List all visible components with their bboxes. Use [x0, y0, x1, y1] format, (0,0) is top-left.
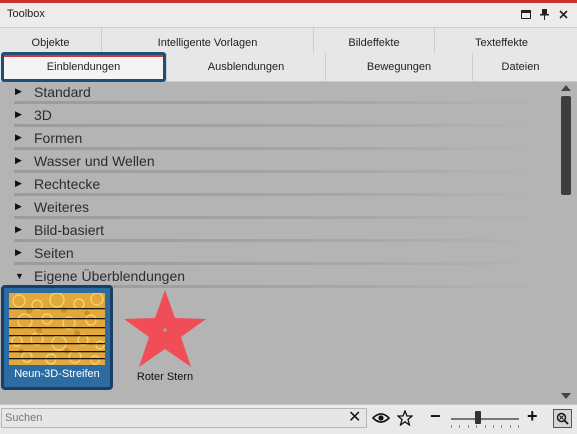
collapse-arrow-icon: ▼: [15, 271, 24, 281]
clear-search-icon[interactable]: ✕: [348, 409, 361, 427]
category-label: Bild-basiert: [34, 222, 105, 238]
tab-dateien[interactable]: Dateien: [472, 53, 568, 81]
transition-name: Neun-3D-Streifen: [14, 368, 100, 380]
window-title: Toolbox: [7, 8, 45, 20]
tab-ausblendungen[interactable]: Ausblendungen: [166, 53, 325, 81]
close-icon[interactable]: [556, 7, 571, 22]
transitions-list: ▶ Standard ▶ 3D ▶ Formen ▶ Wasser und We…: [0, 82, 577, 404]
search-input[interactable]: [1, 408, 367, 428]
category-divider: [14, 239, 547, 242]
category-bild-basiert[interactable]: ▶ Bild-basiert: [0, 220, 553, 242]
transition-name: Roter Stern: [136, 371, 194, 383]
window-controls: [518, 7, 571, 22]
category-label: Rechtecke: [34, 176, 101, 192]
expand-arrow-icon: ▶: [15, 86, 22, 96]
category-divider: [14, 193, 547, 196]
float-window-icon[interactable]: [518, 7, 533, 22]
transition-item-roter-stern[interactable]: Roter Stern: [120, 288, 210, 388]
category-formen[interactable]: ▶ Formen: [0, 128, 553, 150]
star-thumbnail-icon: [124, 290, 206, 367]
category-weiteres[interactable]: ▶ Weiteres: [0, 197, 553, 219]
category-divider: [14, 216, 547, 219]
expand-arrow-icon: ▶: [15, 247, 22, 257]
category-label: Wasser und Wellen: [34, 153, 155, 169]
expand-arrow-icon: ▶: [15, 201, 22, 211]
tab-bildeffekte[interactable]: Bildeffekte: [313, 28, 434, 53]
scroll-thumb[interactable]: [561, 96, 571, 195]
pin-icon[interactable]: [537, 7, 552, 22]
category-label: 3D: [34, 107, 52, 123]
expand-arrow-icon: ▶: [15, 178, 22, 188]
category-divider: [14, 147, 547, 150]
expand-arrow-icon: ▶: [15, 109, 22, 119]
tab-row-2: Einblendungen Ausblendungen Bewegungen D…: [0, 52, 577, 82]
category-rechtecke[interactable]: ▶ Rechtecke: [0, 174, 553, 196]
scroll-down-icon[interactable]: [561, 393, 571, 399]
toolbox-footer: ✕ − +: [0, 404, 577, 434]
zoom-out-icon[interactable]: −: [430, 406, 441, 427]
zoom-in-icon[interactable]: +: [527, 406, 538, 427]
title-bar: Toolbox: [0, 3, 577, 28]
favorite-star-icon[interactable]: [395, 408, 415, 428]
zoom-slider-track[interactable]: [451, 418, 519, 420]
category-standard[interactable]: ▶ Standard: [0, 82, 553, 104]
expand-arrow-icon: ▶: [15, 155, 22, 165]
expand-arrow-icon: ▶: [15, 224, 22, 234]
zoom-slider-handle[interactable]: [475, 411, 481, 424]
category-divider: [14, 101, 547, 104]
tab-bewegungen[interactable]: Bewegungen: [325, 53, 472, 81]
category-label: Eigene Überblendungen: [34, 268, 186, 284]
category-3d[interactable]: ▶ 3D: [0, 105, 553, 127]
transition-thumbnail: [9, 293, 105, 365]
category-label: Standard: [34, 84, 91, 100]
expand-arrow-icon: ▶: [15, 132, 22, 142]
transition-item-neun-3d-streifen[interactable]: Neun-3D-Streifen: [1, 285, 113, 390]
category-label: Weiteres: [34, 199, 89, 215]
category-divider: [14, 170, 547, 173]
category-divider: [14, 124, 547, 127]
category-label: Seiten: [34, 245, 74, 261]
scroll-up-icon[interactable]: [561, 85, 571, 91]
tab-intelligente-vorlagen[interactable]: Intelligente Vorlagen: [101, 28, 313, 53]
zoom-slider-ticks: [451, 425, 519, 429]
category-wasser-und-wellen[interactable]: ▶ Wasser und Wellen: [0, 151, 553, 173]
category-label: Formen: [34, 130, 83, 146]
zoom-reset-icon[interactable]: [553, 409, 572, 428]
tab-texteffekte[interactable]: Texteffekte: [434, 28, 568, 53]
tab-objekte[interactable]: Objekte: [0, 28, 101, 53]
eye-icon[interactable]: [371, 408, 391, 428]
vertical-scrollbar[interactable]: [556, 82, 577, 404]
category-seiten[interactable]: ▶ Seiten: [0, 243, 553, 265]
tab-row-1: Objekte Intelligente Vorlagen Bildeffekt…: [0, 28, 577, 53]
category-divider: [14, 262, 547, 265]
tab-einblendungen[interactable]: Einblendungen: [1, 52, 166, 82]
